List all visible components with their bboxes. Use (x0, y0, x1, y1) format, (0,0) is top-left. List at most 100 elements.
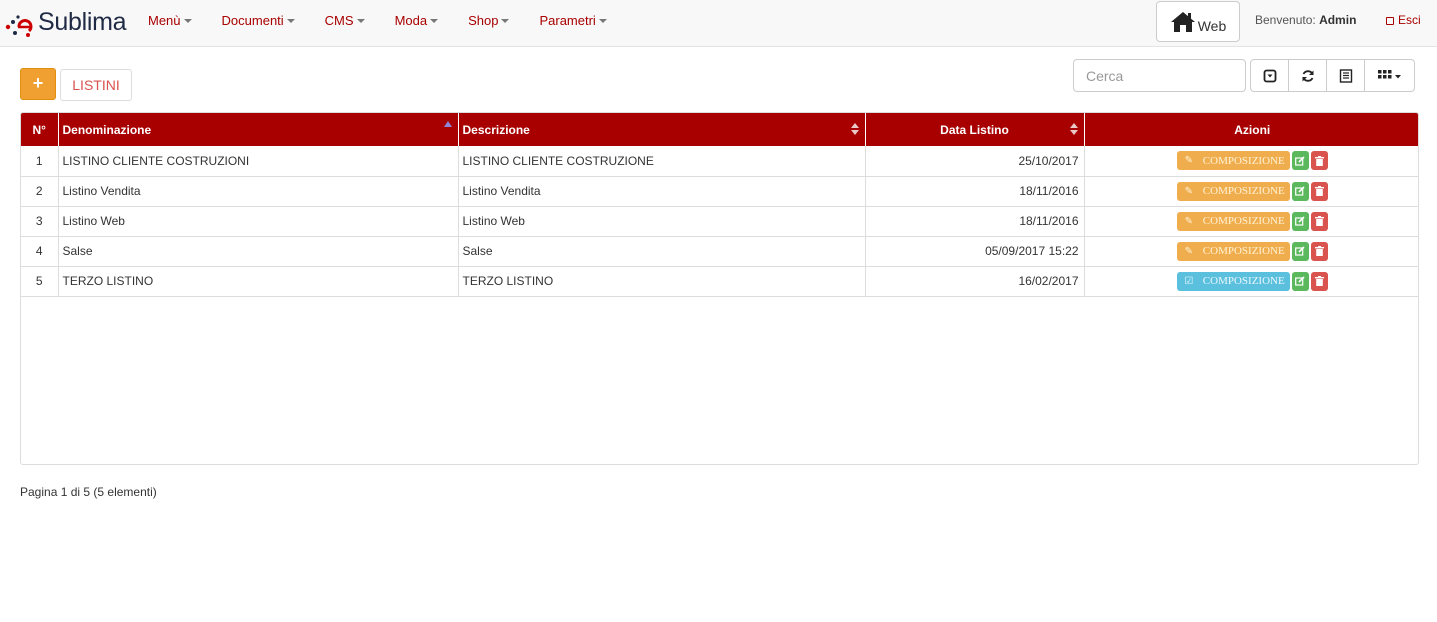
cell-actions: ✎ COMPOSIZIONE (1084, 206, 1418, 237)
caret-down-icon (430, 19, 439, 24)
cell-descrizione: Listino Web (458, 206, 866, 237)
sort-asc-icon (443, 121, 452, 127)
trash-icon (1314, 246, 1324, 256)
caret-down-icon (183, 19, 192, 24)
composizione-button[interactable]: ✎ COMPOSIZIONE (1176, 211, 1290, 231)
cell-number: 3 (21, 206, 59, 237)
columns-dropdown-button[interactable] (1364, 59, 1415, 92)
cell-descrizione: Listino Vendita (458, 176, 866, 207)
cell-denominazione: Salse (58, 236, 459, 267)
caret-down-icon (356, 19, 365, 24)
cell-actions: ✎ COMPOSIZIONE (1084, 146, 1418, 177)
nav-menu-menu[interactable]: Menù (148, 13, 192, 28)
cell-actions: ✎ COMPOSIZIONE (1084, 176, 1418, 207)
edit-icon (1295, 186, 1305, 196)
nav-menu-shop[interactable]: Shop (468, 13, 510, 28)
edit-button[interactable] (1291, 271, 1309, 291)
add-button[interactable]: + (20, 68, 56, 100)
toggle-view-button[interactable] (1326, 59, 1365, 92)
table-panel: N° Denominazione Descrizione Data Listin… (20, 112, 1419, 465)
delete-button[interactable] (1310, 271, 1328, 291)
pencil-icon: ✎ (1184, 215, 1193, 227)
table-row: 3 Listino Web Listino Web 18/11/2016 ✎ CO… (21, 206, 1418, 237)
edit-button[interactable] (1291, 241, 1309, 261)
edit-icon (1295, 276, 1305, 286)
table-tools (1250, 59, 1415, 92)
cell-denominazione: LISTINO CLIENTE COSTRUZIONI (58, 146, 459, 177)
caret-down-icon (598, 19, 607, 24)
listini-table: N° Denominazione Descrizione Data Listin… (21, 113, 1418, 297)
main-menu: Menù Documenti CMS Moda Shop Parametri (148, 0, 637, 40)
refresh-button[interactable] (1288, 59, 1327, 92)
cell-descrizione: Salse (458, 236, 866, 267)
pencil-icon: ✎ (1184, 245, 1193, 257)
trash-icon (1314, 155, 1324, 166)
table-body: 1 LISTINO CLIENTE COSTRUZIONI LISTINO CL… (21, 146, 1418, 297)
nav-menu-documenti[interactable]: Documenti (222, 13, 295, 28)
edit-square-icon: ☑ (1184, 275, 1194, 287)
composizione-button[interactable]: ✎ COMPOSIZIONE (1176, 151, 1290, 171)
brand-name: Sublima (38, 7, 127, 36)
web-button[interactable]: Web (1156, 1, 1240, 42)
cell-denominazione: Listino Vendita (58, 176, 459, 207)
edit-icon (1295, 156, 1305, 166)
caret-down-icon (286, 19, 295, 24)
sort-icon (850, 123, 859, 137)
nav-menu-parametri[interactable]: Parametri (539, 13, 607, 28)
refresh-icon (1302, 69, 1313, 82)
cell-data-listino: 18/11/2016 (865, 176, 1085, 207)
delete-button[interactable] (1310, 211, 1328, 231)
brand-logo[interactable]: Sublima (4, 4, 127, 40)
column-header-number: N° (21, 113, 59, 146)
nav-menu-moda[interactable]: Moda (395, 13, 439, 28)
trash-icon (1314, 216, 1324, 226)
logout-link[interactable]: Esci (1386, 13, 1421, 27)
composizione-button[interactable]: ☑ COMPOSIZIONE (1176, 271, 1290, 291)
delete-button[interactable] (1310, 181, 1328, 201)
home-icon (1170, 11, 1195, 32)
cell-number: 1 (21, 146, 59, 177)
delete-button[interactable] (1310, 241, 1328, 261)
columns-grid-icon (1377, 69, 1401, 78)
sublima-logo-icon (5, 15, 33, 37)
cell-descrizione: LISTINO CLIENTE COSTRUZIONE (458, 146, 866, 177)
cell-descrizione: TERZO LISTINO (458, 266, 866, 297)
pencil-icon: ✎ (1184, 155, 1193, 167)
table-header-row: N° Denominazione Descrizione Data Listin… (21, 113, 1418, 146)
pagination-info: Pagina 1 di 5 (5 elementi) (20, 485, 157, 499)
edit-button[interactable] (1291, 181, 1309, 201)
toggle-pagination-button[interactable] (1250, 59, 1289, 92)
username: Admin (1319, 13, 1357, 27)
table-row: 5 TERZO LISTINO TERZO LISTINO 16/02/2017… (21, 266, 1418, 297)
top-navbar: Sublima Menù Documenti CMS Moda Shop Par… (0, 0, 1437, 47)
cell-data-listino: 18/11/2016 (865, 206, 1085, 237)
table-row: 1 LISTINO CLIENTE COSTRUZIONI LISTINO CL… (21, 146, 1418, 177)
logout-icon (1386, 17, 1394, 25)
cell-actions: ✎ COMPOSIZIONE (1084, 236, 1418, 267)
nav-menu-cms[interactable]: CMS (325, 13, 365, 28)
table-row: 2 Listino Vendita Listino Vendita 18/11/… (21, 176, 1418, 207)
cell-number: 4 (21, 236, 59, 267)
cell-data-listino: 25/10/2017 (865, 146, 1085, 177)
cell-data-listino: 16/02/2017 (865, 266, 1085, 297)
edit-icon (1295, 216, 1305, 226)
cell-actions: ☑ COMPOSIZIONE (1084, 266, 1418, 297)
sort-icon (1069, 123, 1078, 137)
edit-icon (1295, 246, 1305, 256)
column-header-azioni: Azioni (1084, 113, 1418, 146)
pencil-icon: ✎ (1184, 185, 1193, 197)
search-input[interactable] (1073, 59, 1246, 92)
composizione-button[interactable]: ✎ COMPOSIZIONE (1176, 181, 1290, 201)
cell-denominazione: Listino Web (58, 206, 459, 237)
column-header-denominazione[interactable]: Denominazione (58, 113, 459, 146)
column-header-descrizione[interactable]: Descrizione (458, 113, 866, 146)
caret-down-icon (501, 19, 510, 24)
edit-button[interactable] (1291, 211, 1309, 231)
web-button-label: Web (1197, 17, 1227, 34)
edit-button[interactable] (1291, 151, 1309, 171)
cell-number: 2 (21, 176, 59, 207)
delete-button[interactable] (1310, 151, 1328, 171)
composizione-button[interactable]: ✎ COMPOSIZIONE (1176, 241, 1290, 261)
welcome-text: Benvenuto: Admin (1255, 13, 1357, 27)
column-header-data-listino[interactable]: Data Listino (865, 113, 1085, 146)
